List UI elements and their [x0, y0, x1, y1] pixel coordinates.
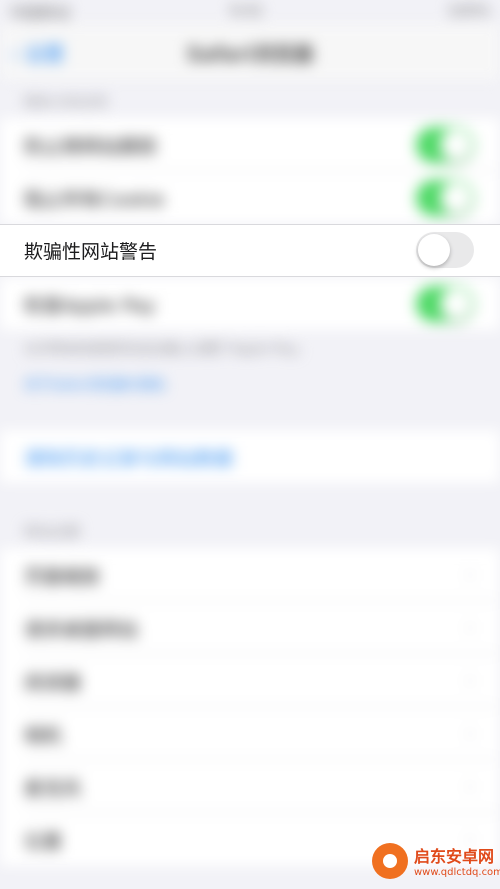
battery-label: 100%	[447, 2, 490, 20]
chevron-right-icon: ›	[466, 668, 474, 692]
cross-site-tracking-label: 防止跨网站跟踪	[24, 136, 158, 158]
switch-knob	[440, 288, 472, 320]
switch-knob	[440, 182, 472, 214]
apple-pay-row: 检查Apple Pay	[0, 277, 500, 330]
chevron-right-icon: ›	[466, 562, 474, 586]
switch-knob	[418, 234, 450, 266]
status-bar: 中国移动 9:41 100%	[0, 0, 500, 24]
reader-row[interactable]: 阅读器 ›	[0, 654, 500, 707]
desktop-site-row[interactable]: 请求桌面网站 ›	[0, 601, 500, 654]
privacy-footer-link[interactable]: 关于Safari浏览器与隐私	[24, 376, 464, 396]
clear-history-row[interactable]: 清除历史记录与网站数据	[0, 430, 500, 483]
watermark-logo-icon	[372, 843, 408, 879]
watermark-name: 启东安卓网	[414, 847, 495, 866]
chevron-right-icon: ›	[466, 721, 474, 745]
microphone-row[interactable]: 麦克风 ›	[0, 760, 500, 813]
clock-label: 9:41	[230, 2, 264, 20]
camera-label: 相机	[24, 725, 63, 747]
watermark-url: www.qdlctdq.com	[414, 867, 500, 878]
camera-row[interactable]: 相机 ›	[0, 707, 500, 760]
cross-site-tracking-row: 防止跨网站跟踪	[0, 118, 500, 171]
navigation-bar: ‹ 设置 Safari浏览器	[0, 24, 500, 80]
reader-label: 阅读器	[24, 672, 82, 694]
microphone-label: 麦克风	[24, 778, 82, 800]
clear-history-label: 清除历史记录与网站数据	[24, 448, 234, 470]
chevron-right-icon: ›	[466, 774, 474, 798]
watermark: 启东安卓网 www.qdlctdq.com	[364, 837, 500, 887]
switch-knob	[440, 129, 472, 161]
fraud-warning-label: 欺骗性网站警告	[24, 241, 158, 263]
location-label: 位置	[24, 831, 63, 853]
page-zoom-label: 页面缩放	[24, 566, 101, 588]
chevron-right-icon: ›	[466, 615, 474, 639]
block-cookies-row: 阻止所有Cookie	[0, 171, 500, 224]
carrier-label: 中国移动	[10, 4, 71, 22]
fraud-warning-switch[interactable]	[416, 232, 474, 268]
page-zoom-row[interactable]: 页面缩放 ›	[0, 548, 500, 601]
desktop-site-label: 请求桌面网站	[24, 619, 139, 641]
separator	[0, 276, 500, 277]
apple-pay-label: 检查Apple Pay	[24, 295, 156, 317]
privacy-footer-text: 允许网站检查是否在此设备上设置了Apple Pay。	[24, 342, 310, 357]
separator	[0, 224, 500, 225]
cross-site-tracking-switch[interactable]	[416, 127, 474, 163]
website-section-header: 网站设置	[24, 525, 80, 541]
page-title: Safari浏览器	[186, 42, 314, 66]
privacy-section-header: 隐私与安全性	[24, 95, 108, 111]
fraud-warning-row: 欺骗性网站警告	[0, 224, 500, 277]
apple-pay-switch[interactable]	[416, 286, 474, 322]
block-cookies-label: 阻止所有Cookie	[24, 189, 165, 211]
block-cookies-switch[interactable]	[416, 180, 474, 216]
